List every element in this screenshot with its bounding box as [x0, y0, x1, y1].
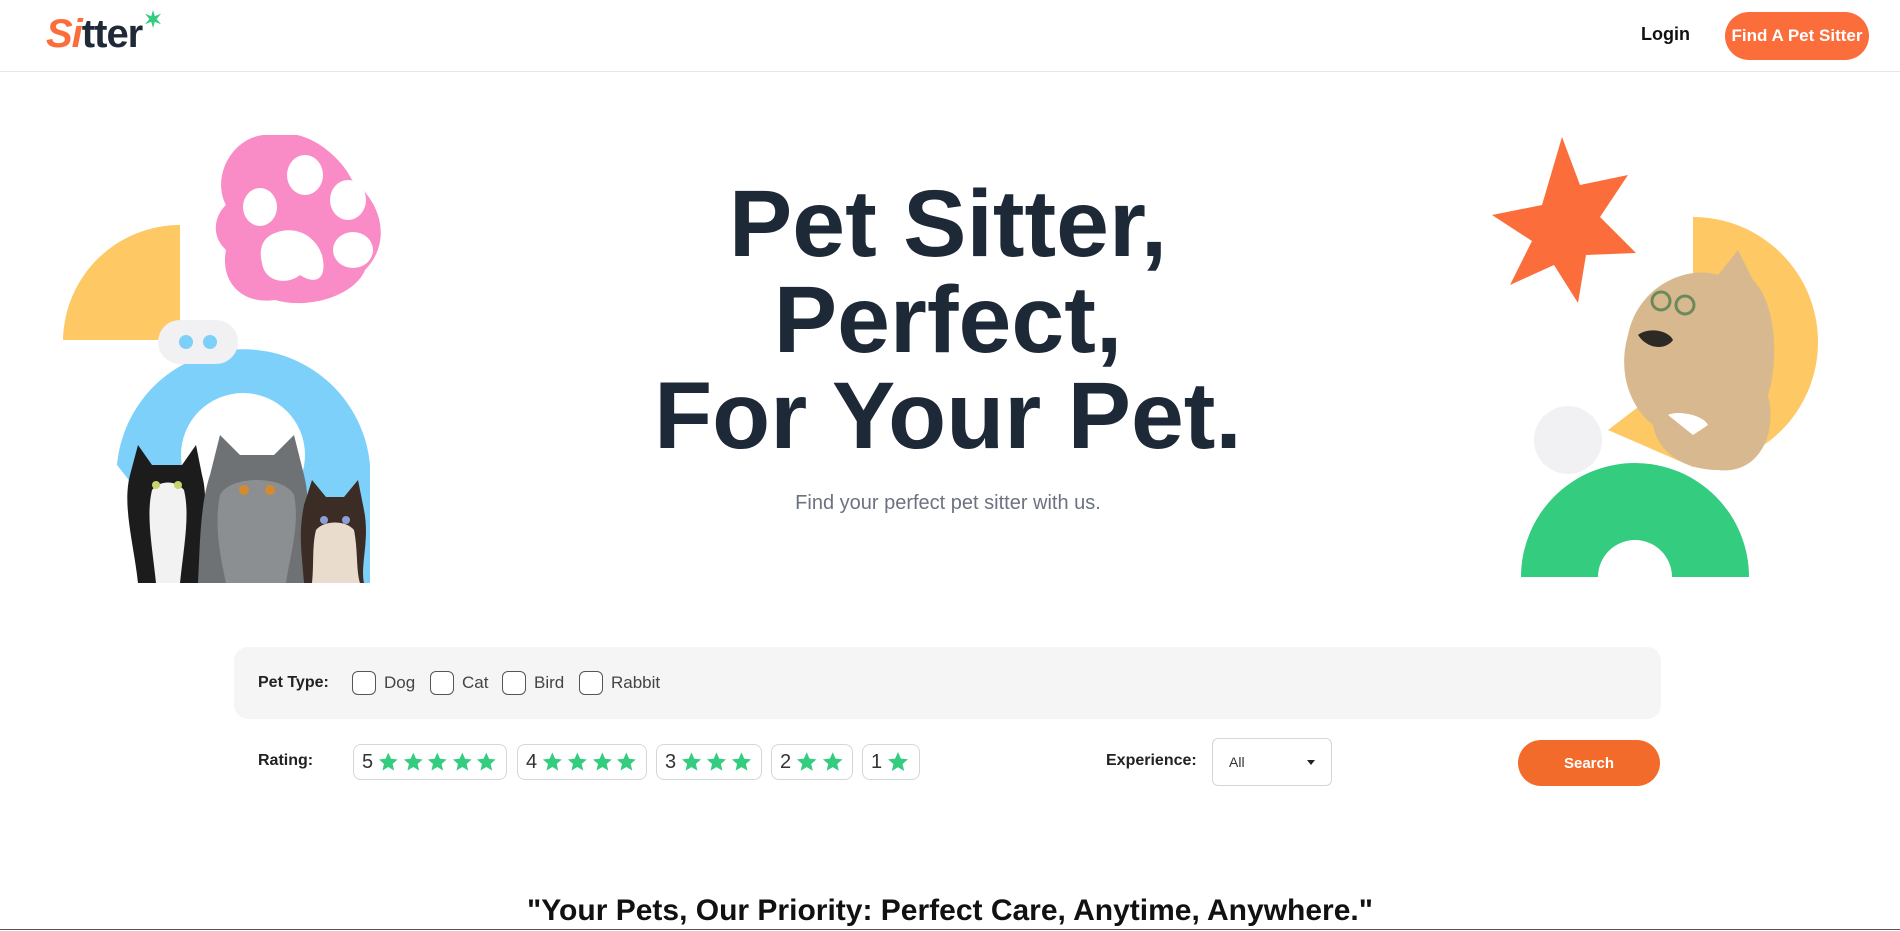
star-icon: [617, 752, 637, 771]
hero-illustration-right: [1492, 137, 1818, 577]
hero-illustration-left: [63, 135, 381, 583]
checkbox-cat[interactable]: [430, 671, 454, 695]
star-icon: [592, 752, 612, 771]
pet-type-option-label: Cat: [462, 673, 489, 692]
pet-type-filter: Pet Type: Dog Cat Bird Rabbit: [234, 647, 1661, 719]
star-icon: [543, 752, 562, 771]
hero-subtitle: Find your perfect pet sitter with us.: [795, 492, 1101, 514]
hero-title-line: Pet Sitter,: [728, 171, 1168, 277]
star-icon: [706, 752, 727, 771]
star-icon: [731, 752, 752, 771]
star-icon: [567, 752, 587, 771]
rating-option-3[interactable]: 3: [656, 744, 762, 780]
find-pet-sitter-button[interactable]: Find A Pet Sitter: [1725, 12, 1869, 60]
star-icon: [403, 752, 423, 771]
paw-icon: [215, 135, 381, 304]
star-icon: [888, 752, 909, 771]
rating-label: Rating:: [258, 752, 314, 769]
pet-type-option-label: Dog: [384, 673, 416, 692]
star-icon: [379, 752, 398, 771]
rating-option-4[interactable]: 4: [517, 744, 647, 780]
tagline: "Your Pets, Our Priority: Perfect Care, …: [527, 894, 1373, 927]
yellow-shape: [63, 225, 180, 340]
divider: [0, 929, 1900, 930]
star-shape: [1492, 137, 1636, 303]
logo-text: tter: [81, 12, 143, 56]
pet-type-option-label: Bird: [534, 673, 565, 692]
star-icon: [477, 752, 497, 771]
logo-accent-text: Si: [46, 12, 83, 56]
top-nav: Sitter Login Find A Pet Sitter: [0, 0, 1900, 72]
checkbox-bird[interactable]: [502, 671, 526, 695]
experience-selected-value: All: [1229, 754, 1245, 770]
star-icon: [822, 752, 843, 771]
login-link[interactable]: Login: [1641, 24, 1690, 45]
chat-bubble-icon: [158, 320, 238, 364]
hero-title-line: Perfect,: [773, 267, 1123, 373]
search-button[interactable]: Search: [1518, 740, 1660, 786]
rating-option-1[interactable]: 1: [862, 744, 920, 780]
rating-value: 4: [526, 750, 538, 773]
star-icon: [452, 752, 472, 771]
pet-type-option-label: Rabbit: [611, 673, 661, 692]
experience-label: Experience:: [1106, 752, 1197, 769]
logo[interactable]: Sitter: [46, 10, 162, 57]
star-icon: [682, 752, 702, 771]
checkbox-dog[interactable]: [352, 671, 376, 695]
pet-type-label: Pet Type:: [258, 674, 329, 691]
hero-title: Pet Sitter, Perfect, For Your Pet.: [548, 176, 1348, 464]
rating-value: 3: [665, 750, 677, 773]
rating-value: 1: [871, 750, 883, 773]
rating-option-2[interactable]: 2: [771, 744, 853, 780]
hero-title-line: For Your Pet.: [654, 363, 1242, 469]
sparkle-icon: [145, 10, 162, 28]
star-icon: [428, 752, 447, 771]
rating-option-5[interactable]: 5: [353, 744, 507, 780]
green-arch-shape: [1521, 463, 1749, 577]
pet-type-option-rabbit[interactable]: Rabbit: [579, 671, 660, 695]
pet-type-option-dog[interactable]: Dog: [352, 671, 415, 695]
grey-circle-shape: [1534, 406, 1602, 474]
experience-select[interactable]: All: [1212, 738, 1332, 786]
star-icon: [797, 752, 817, 771]
rating-value: 5: [362, 750, 374, 773]
chevron-down-icon: [1307, 760, 1315, 765]
rating-value: 2: [780, 750, 792, 773]
pet-type-option-bird[interactable]: Bird: [502, 671, 564, 695]
checkbox-rabbit[interactable]: [579, 671, 603, 695]
pet-type-option-cat[interactable]: Cat: [430, 671, 488, 695]
